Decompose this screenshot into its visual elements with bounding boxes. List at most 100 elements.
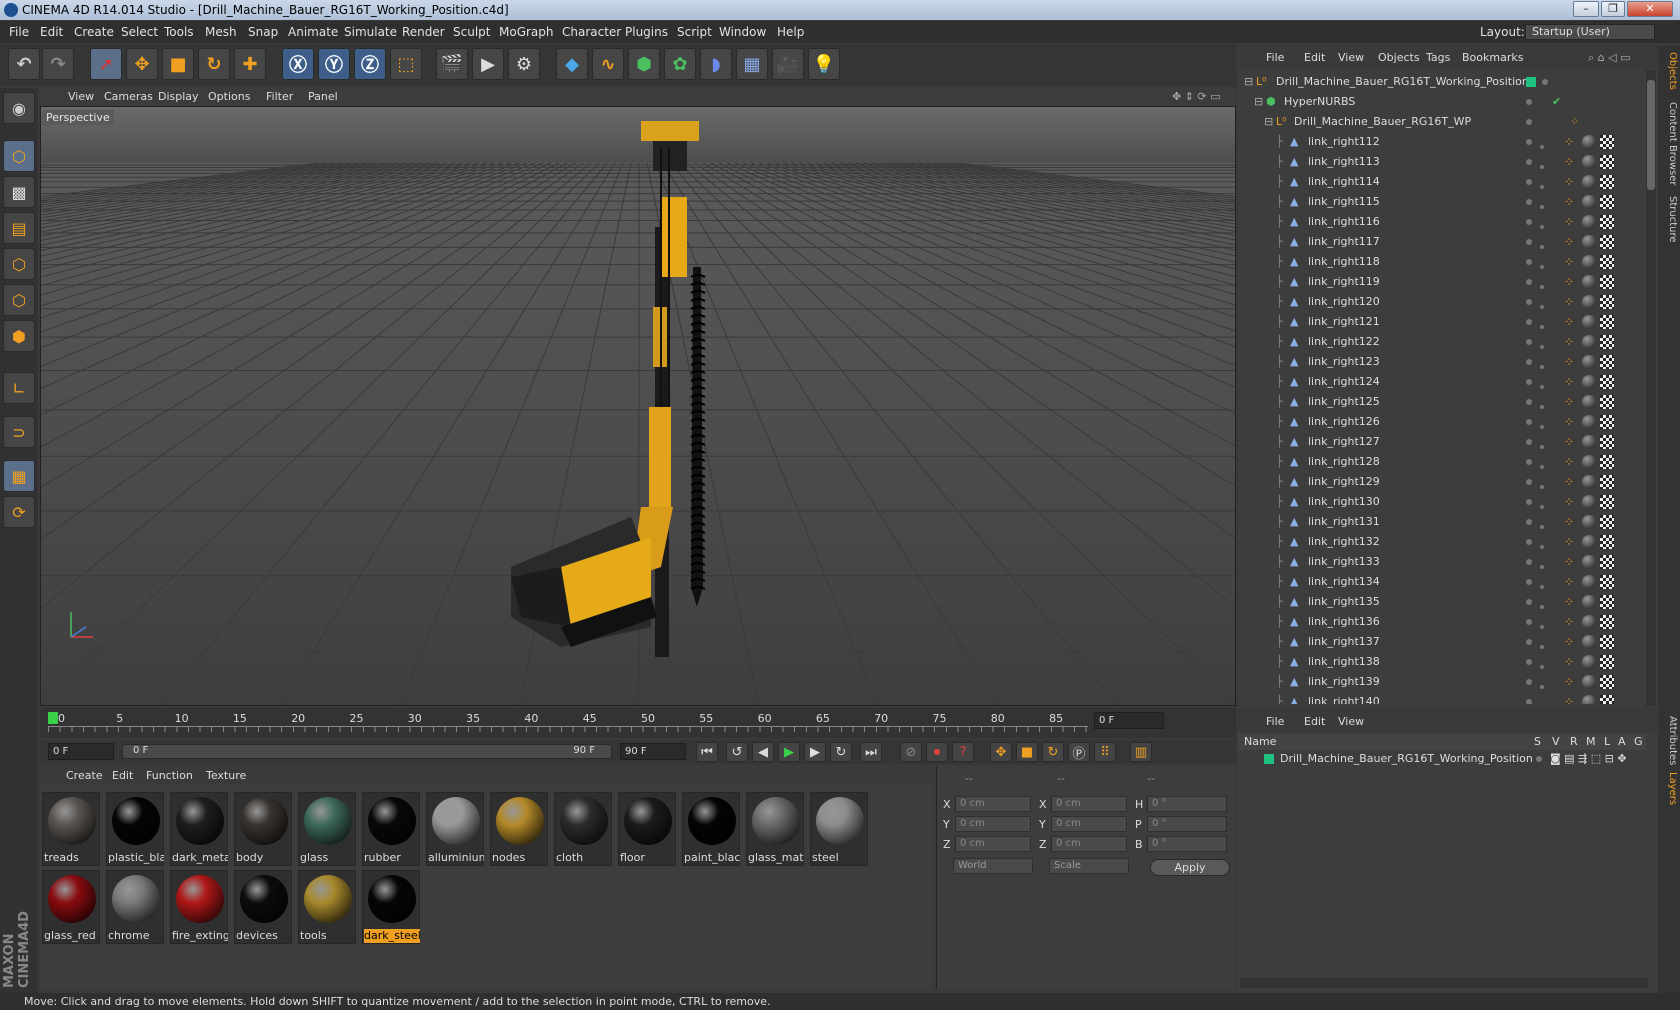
autokey-icon[interactable]: ⏺ bbox=[926, 742, 948, 762]
texture-tag-icon[interactable] bbox=[1600, 155, 1614, 169]
menu-mograph[interactable]: MoGraph bbox=[499, 25, 554, 39]
object-row-link[interactable]: ├ ▲ link_right132 ⁘ bbox=[1238, 532, 1646, 552]
texture-tag-icon[interactable] bbox=[1600, 235, 1614, 249]
light-icon[interactable]: 💡 bbox=[808, 48, 840, 80]
material-tag-icon[interactable] bbox=[1582, 195, 1596, 209]
visibility-dot[interactable] bbox=[1542, 79, 1548, 85]
layer-menu-file[interactable]: File bbox=[1266, 715, 1284, 728]
scale-select[interactable]: Scale bbox=[1049, 858, 1129, 874]
x-axis-lock-icon[interactable]: Ⓧ bbox=[282, 48, 314, 80]
y-axis-lock-icon[interactable]: Ⓨ bbox=[318, 48, 350, 80]
editor-visibility-dot[interactable] bbox=[1526, 499, 1532, 505]
object-row-link[interactable]: ├ ▲ link_right113 ⁘ bbox=[1238, 152, 1646, 172]
rot-h-field[interactable]: 0 ° bbox=[1147, 796, 1227, 812]
render-visibility-dot[interactable] bbox=[1540, 305, 1544, 309]
play-icon[interactable]: ▶ bbox=[778, 742, 800, 762]
texture-tag-icon[interactable] bbox=[1600, 335, 1614, 349]
vp-menu-options[interactable]: Options bbox=[208, 90, 250, 103]
mat-menu-edit[interactable]: Edit bbox=[112, 769, 133, 782]
render-view-icon[interactable]: 🎬 bbox=[436, 48, 468, 80]
material-tag-icon[interactable] bbox=[1582, 355, 1596, 369]
mat-menu-texture[interactable]: Texture bbox=[206, 769, 246, 782]
render-visibility-dot[interactable] bbox=[1540, 585, 1544, 589]
material-tag-icon[interactable] bbox=[1582, 375, 1596, 389]
editor-visibility-dot[interactable] bbox=[1526, 399, 1532, 405]
menu-render[interactable]: Render bbox=[402, 25, 445, 39]
texture-tag-icon[interactable] bbox=[1600, 355, 1614, 369]
menu-mesh[interactable]: Mesh bbox=[205, 25, 237, 39]
texture-tag-icon[interactable] bbox=[1600, 275, 1614, 289]
material-swatch[interactable]: treads bbox=[42, 792, 100, 866]
object-row-link[interactable]: ├ ▲ link_right134 ⁘ bbox=[1238, 572, 1646, 592]
object-row-link[interactable]: ├ ▲ link_right115 ⁘ bbox=[1238, 192, 1646, 212]
go-to-start-icon[interactable]: ⏮ bbox=[696, 742, 718, 762]
pos-z-field[interactable]: 0 cm bbox=[955, 836, 1031, 852]
texture-tag-icon[interactable] bbox=[1600, 455, 1614, 469]
texture-tag-icon[interactable] bbox=[1600, 215, 1614, 229]
perspective-viewport[interactable] bbox=[40, 106, 1236, 706]
render-visibility-dot[interactable] bbox=[1540, 485, 1544, 489]
tab-attributes[interactable]: Attributes bbox=[1660, 716, 1678, 765]
next-frame-icon[interactable]: ▶ bbox=[804, 742, 826, 762]
object-row-link[interactable]: ├ ▲ link_right123 ⁘ bbox=[1238, 352, 1646, 372]
material-swatch[interactable]: rubber bbox=[362, 792, 420, 866]
editor-visibility-dot[interactable] bbox=[1526, 459, 1532, 465]
editor-visibility-dot[interactable] bbox=[1526, 379, 1532, 385]
pos-x-field[interactable]: 0 cm bbox=[955, 796, 1031, 812]
material-swatch[interactable]: alluminium bbox=[426, 792, 484, 866]
editor-visibility-dot[interactable] bbox=[1526, 359, 1532, 365]
render-visibility-dot[interactable] bbox=[1540, 285, 1544, 289]
next-key-icon[interactable]: ↻ bbox=[830, 742, 852, 762]
render-visibility-dot[interactable] bbox=[1540, 185, 1544, 189]
material-swatch[interactable]: floor bbox=[618, 792, 676, 866]
edges-mode-icon[interactable]: ⬡ bbox=[3, 284, 35, 316]
vp-menu-cameras[interactable]: Cameras bbox=[104, 90, 153, 103]
material-tag-icon[interactable] bbox=[1582, 475, 1596, 489]
scale-tool-icon[interactable]: ■ bbox=[162, 48, 194, 80]
material-swatch[interactable]: dark_steel bbox=[362, 870, 420, 944]
editor-visibility-dot[interactable] bbox=[1526, 679, 1532, 685]
timeline-window-icon[interactable]: ▥ bbox=[1130, 742, 1152, 762]
menu-snap[interactable]: Snap bbox=[248, 25, 278, 39]
editor-visibility-dot[interactable] bbox=[1526, 199, 1532, 205]
object-row-link[interactable]: ├ ▲ link_right127 ⁘ bbox=[1238, 432, 1646, 452]
mat-menu-function[interactable]: Function bbox=[146, 769, 193, 782]
editor-visibility-dot[interactable] bbox=[1526, 319, 1532, 325]
object-row-link[interactable]: ├ ▲ link_right130 ⁘ bbox=[1238, 492, 1646, 512]
material-swatch[interactable]: devices bbox=[234, 870, 292, 944]
mat-menu-create[interactable]: Create bbox=[66, 769, 103, 782]
vp-menu-display[interactable]: Display bbox=[158, 90, 199, 103]
object-row-link[interactable]: ├ ▲ link_right122 ⁘ bbox=[1238, 332, 1646, 352]
material-swatch[interactable]: fire_extingu bbox=[170, 870, 228, 944]
snap-icon[interactable]: ⟳ bbox=[3, 496, 35, 528]
texture-tag-icon[interactable] bbox=[1600, 595, 1614, 609]
layer-menu-view[interactable]: View bbox=[1338, 715, 1364, 728]
editor-visibility-dot[interactable] bbox=[1526, 599, 1532, 605]
texture-tag-icon[interactable] bbox=[1600, 195, 1614, 209]
object-row-link[interactable]: ├ ▲ link_right135 ⁘ bbox=[1238, 592, 1646, 612]
obj-menu-edit[interactable]: Edit bbox=[1304, 51, 1325, 64]
render-visibility-dot[interactable] bbox=[1540, 645, 1544, 649]
restore-button[interactable]: ❐ bbox=[1601, 1, 1625, 17]
material-tag-icon[interactable] bbox=[1582, 595, 1596, 609]
previous-frame-icon[interactable]: ◀ bbox=[752, 742, 774, 762]
render-visibility-dot[interactable] bbox=[1540, 465, 1544, 469]
texture-tag-icon[interactable] bbox=[1600, 635, 1614, 649]
tab-objects[interactable]: Objects bbox=[1660, 52, 1678, 90]
render-visibility-dot[interactable] bbox=[1540, 425, 1544, 429]
menu-character[interactable]: Character bbox=[562, 25, 621, 39]
menu-help[interactable]: Help bbox=[777, 25, 804, 39]
menu-select[interactable]: Select bbox=[121, 25, 158, 39]
editor-visibility-dot[interactable] bbox=[1526, 519, 1532, 525]
texture-tag-icon[interactable] bbox=[1600, 295, 1614, 309]
key-position-icon[interactable]: ✥ bbox=[990, 742, 1012, 762]
material-tag-icon[interactable] bbox=[1582, 275, 1596, 289]
texture-tag-icon[interactable] bbox=[1600, 515, 1614, 529]
material-tag-icon[interactable] bbox=[1582, 155, 1596, 169]
playhead[interactable] bbox=[48, 712, 58, 724]
texture-tag-icon[interactable] bbox=[1600, 175, 1614, 189]
previous-key-icon[interactable]: ↺ bbox=[726, 742, 748, 762]
editor-visibility-dot[interactable] bbox=[1526, 239, 1532, 245]
render-visibility-dot[interactable] bbox=[1540, 145, 1544, 149]
editor-visibility-dot[interactable] bbox=[1526, 699, 1532, 704]
